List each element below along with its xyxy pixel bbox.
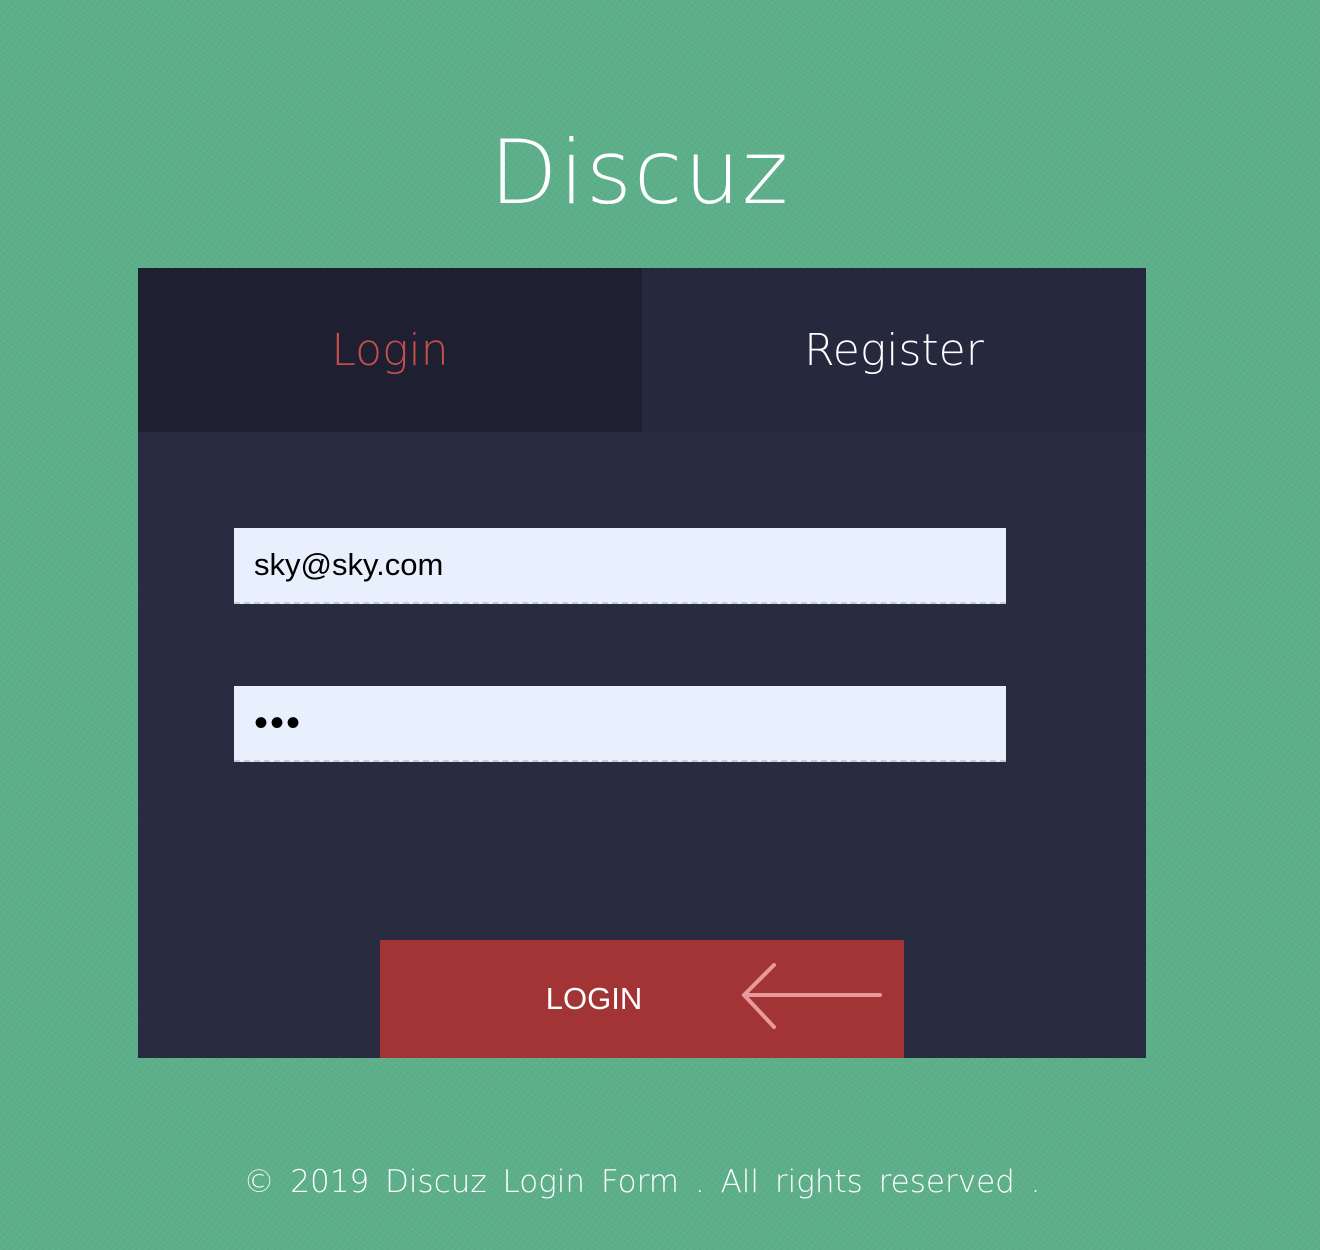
auth-card: Login Register LOGIN	[138, 268, 1146, 1058]
password-field[interactable]	[234, 686, 1006, 762]
site-title: Discuz	[489, 120, 791, 224]
login-button[interactable]: LOGIN	[380, 940, 904, 1058]
tab-register[interactable]: Register	[642, 268, 1146, 432]
tab-login[interactable]: Login	[138, 268, 642, 432]
arrow-left-icon	[742, 963, 882, 1029]
footer-copyright: © 2019 Discuz Login Form . All rights re…	[243, 1164, 1041, 1200]
email-field[interactable]	[234, 528, 1006, 604]
auth-tabs: Login Register	[138, 268, 1146, 432]
